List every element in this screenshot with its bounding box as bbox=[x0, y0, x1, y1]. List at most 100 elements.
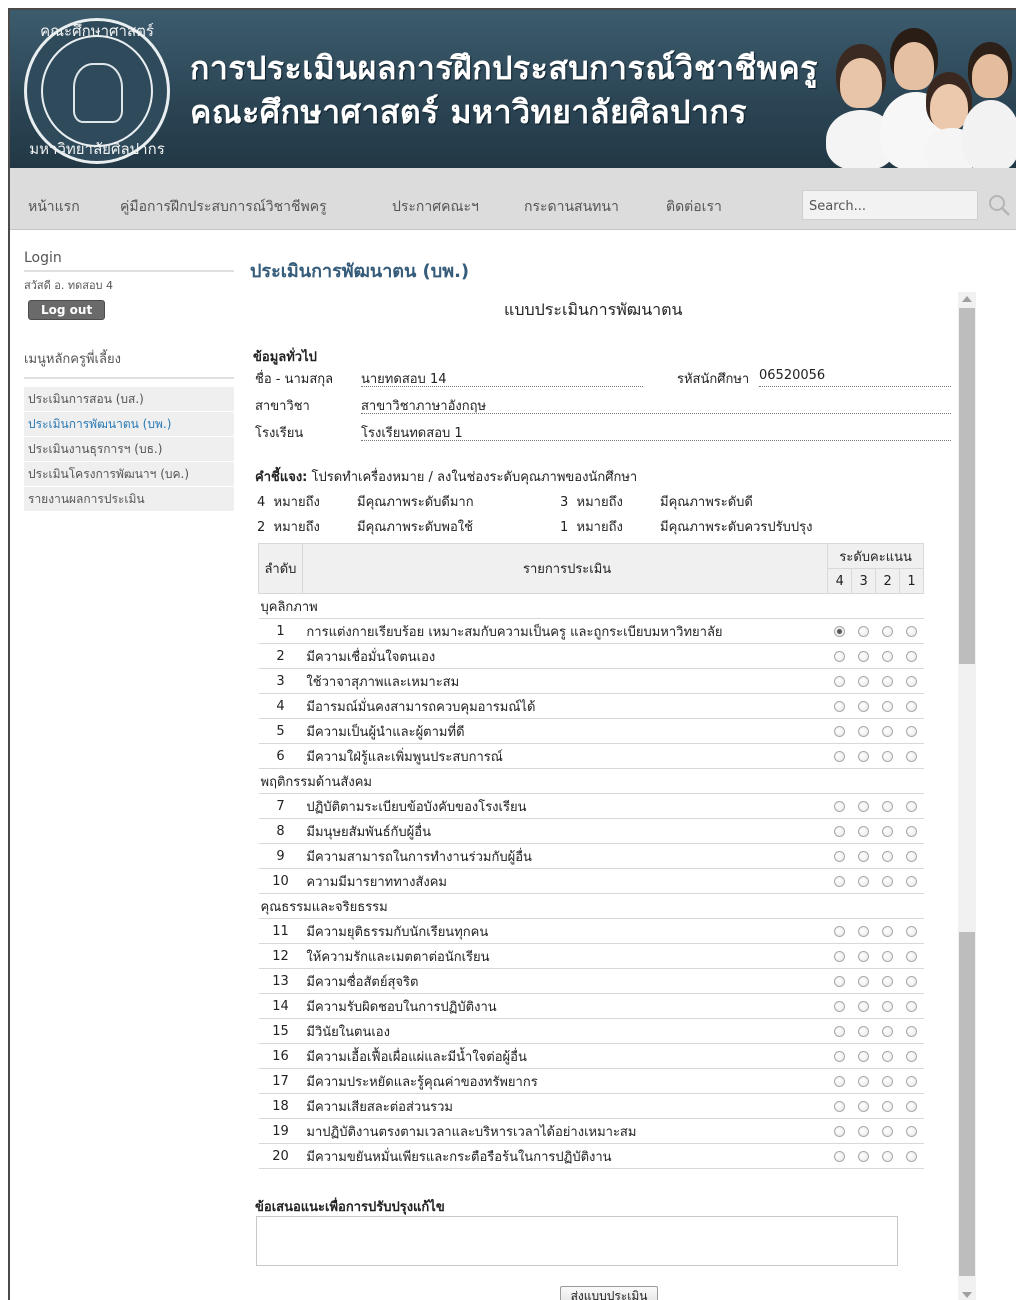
scroll-up-icon[interactable] bbox=[962, 296, 972, 302]
nav-forum[interactable]: กระดานสนทนา bbox=[524, 196, 619, 218]
score-4-radio[interactable] bbox=[834, 1000, 846, 1012]
score-3-radio[interactable] bbox=[858, 925, 870, 937]
score-1-radio[interactable] bbox=[906, 700, 918, 712]
score-3-radio[interactable] bbox=[858, 1075, 870, 1087]
score-1-radio[interactable] bbox=[906, 825, 918, 837]
score-2-radio[interactable] bbox=[882, 725, 894, 737]
score-4-radio[interactable] bbox=[834, 1150, 846, 1162]
menu-item-admin-eval[interactable]: ประเมินงานธุรการฯ (บธ.) bbox=[24, 437, 234, 462]
scroll-down-icon[interactable] bbox=[962, 1292, 972, 1298]
score-4-radio[interactable] bbox=[834, 925, 846, 937]
score-4-radio[interactable] bbox=[834, 700, 846, 712]
menu-item-project-eval[interactable]: ประเมินโครงการพัฒนาฯ (บค.) bbox=[24, 462, 234, 487]
score-1-radio[interactable] bbox=[906, 1075, 918, 1087]
score-4-radio[interactable] bbox=[834, 750, 846, 762]
nav-home[interactable]: หน้าแรก bbox=[28, 196, 80, 218]
score-2-radio[interactable] bbox=[882, 700, 894, 712]
score-4-radio[interactable] bbox=[834, 1125, 846, 1137]
score-4-radio[interactable] bbox=[834, 950, 846, 962]
score-2-radio[interactable] bbox=[882, 950, 894, 962]
score-3-radio[interactable] bbox=[858, 700, 870, 712]
nav-contact[interactable]: ติดต่อเรา bbox=[666, 196, 722, 218]
score-1-radio[interactable] bbox=[906, 875, 918, 887]
score-4-radio[interactable] bbox=[834, 825, 846, 837]
score-1-radio[interactable] bbox=[906, 725, 918, 737]
menu-item-report[interactable]: รายงานผลการประเมิน bbox=[24, 487, 234, 512]
score-2-radio[interactable] bbox=[882, 850, 894, 862]
score-4-radio[interactable] bbox=[834, 850, 846, 862]
score-1-radio[interactable] bbox=[906, 675, 918, 687]
score-2-radio[interactable] bbox=[882, 625, 894, 637]
scrollbar-thumb-lower[interactable] bbox=[959, 932, 975, 1276]
score-3-radio[interactable] bbox=[858, 850, 870, 862]
score-3-radio[interactable] bbox=[858, 1125, 870, 1137]
score-3-radio[interactable] bbox=[858, 1100, 870, 1112]
score-3-radio[interactable] bbox=[858, 675, 870, 687]
score-4-radio[interactable] bbox=[834, 800, 846, 812]
score-3-radio[interactable] bbox=[858, 975, 870, 987]
score-1-radio[interactable] bbox=[906, 1025, 918, 1037]
score-4-radio[interactable] bbox=[834, 1050, 846, 1062]
score-2-radio[interactable] bbox=[882, 1100, 894, 1112]
score-4-radio[interactable] bbox=[834, 875, 846, 887]
menu-item-teaching-eval[interactable]: ประเมินการสอน (บส.) bbox=[24, 387, 234, 412]
score-1-radio[interactable] bbox=[906, 850, 918, 862]
score-2-radio[interactable] bbox=[882, 875, 894, 887]
score-1-radio[interactable] bbox=[906, 1150, 918, 1162]
score-2-radio[interactable] bbox=[882, 1000, 894, 1012]
nav-announcements[interactable]: ประกาศคณะฯ bbox=[392, 196, 479, 218]
score-3-radio[interactable] bbox=[858, 650, 870, 662]
score-4-radio[interactable] bbox=[834, 1025, 846, 1037]
score-4-radio[interactable] bbox=[834, 1075, 846, 1087]
menu-item-self-development-eval[interactable]: ประเมินการพัฒนาตน (บพ.) bbox=[24, 412, 234, 437]
score-1-radio[interactable] bbox=[906, 1100, 918, 1112]
score-2-radio[interactable] bbox=[882, 1150, 894, 1162]
score-2-radio[interactable] bbox=[882, 925, 894, 937]
score-3-radio[interactable] bbox=[858, 725, 870, 737]
form-scrollbar[interactable] bbox=[958, 292, 976, 1300]
score-2-radio[interactable] bbox=[882, 650, 894, 662]
score-2-radio[interactable] bbox=[882, 975, 894, 987]
score-3-radio[interactable] bbox=[858, 750, 870, 762]
score-3-radio[interactable] bbox=[858, 1025, 870, 1037]
score-3-radio[interactable] bbox=[858, 875, 870, 887]
score-1-radio[interactable] bbox=[906, 750, 918, 762]
scrollbar-thumb[interactable] bbox=[959, 308, 975, 664]
score-2-radio[interactable] bbox=[882, 1025, 894, 1037]
submit-button[interactable]: ส่งแบบประเมิน bbox=[560, 1286, 658, 1300]
suggestion-textarea[interactable] bbox=[256, 1216, 898, 1266]
score-1-radio[interactable] bbox=[906, 950, 918, 962]
score-1-radio[interactable] bbox=[906, 1125, 918, 1137]
search-input[interactable]: Search... bbox=[802, 190, 978, 220]
score-1-radio[interactable] bbox=[906, 925, 918, 937]
score-2-radio[interactable] bbox=[882, 1125, 894, 1137]
logout-button[interactable]: Log out bbox=[28, 300, 106, 320]
score-2-radio[interactable] bbox=[882, 675, 894, 687]
score-3-radio[interactable] bbox=[858, 800, 870, 812]
score-1-radio[interactable] bbox=[906, 975, 918, 987]
score-3-radio[interactable] bbox=[858, 825, 870, 837]
score-3-radio[interactable] bbox=[858, 625, 870, 637]
score-1-radio[interactable] bbox=[906, 650, 918, 662]
score-1-radio[interactable] bbox=[906, 1000, 918, 1012]
nav-manual[interactable]: คู่มือการฝึกประสบการณ์วิชาชีพครู bbox=[120, 196, 327, 218]
score-2-radio[interactable] bbox=[882, 1050, 894, 1062]
score-3-radio[interactable] bbox=[858, 1050, 870, 1062]
score-1-radio[interactable] bbox=[906, 1050, 918, 1062]
score-2-radio[interactable] bbox=[882, 800, 894, 812]
score-4-radio[interactable] bbox=[834, 975, 846, 987]
score-3-radio[interactable] bbox=[858, 950, 870, 962]
score-4-radio[interactable] bbox=[834, 675, 846, 687]
score-3-radio[interactable] bbox=[858, 1000, 870, 1012]
score-2-radio[interactable] bbox=[882, 825, 894, 837]
score-4-radio[interactable] bbox=[834, 650, 846, 662]
score-4-radio[interactable] bbox=[834, 625, 846, 637]
score-3-radio[interactable] bbox=[858, 1150, 870, 1162]
score-4-radio[interactable] bbox=[834, 1100, 846, 1112]
score-2-radio[interactable] bbox=[882, 750, 894, 762]
score-1-radio[interactable] bbox=[906, 625, 918, 637]
score-2-radio[interactable] bbox=[882, 1075, 894, 1087]
search-icon[interactable] bbox=[986, 190, 1012, 220]
score-4-radio[interactable] bbox=[834, 725, 846, 737]
score-1-radio[interactable] bbox=[906, 800, 918, 812]
